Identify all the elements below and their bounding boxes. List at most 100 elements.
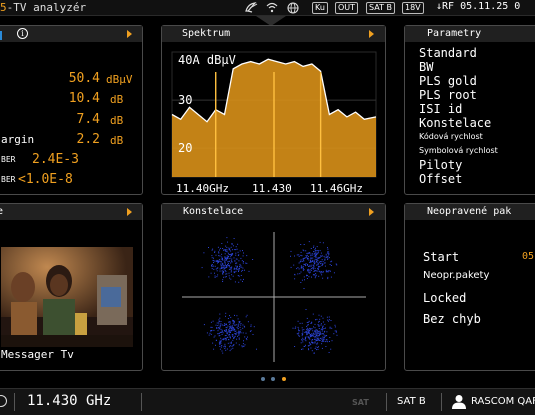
constellation-point <box>319 263 321 265</box>
constellation-point <box>224 324 226 326</box>
video-preview[interactable] <box>1 247 133 347</box>
constellation-point <box>310 322 312 324</box>
info-icon[interactable]: i <box>17 28 28 39</box>
constellation-point <box>214 335 216 337</box>
constellation-point <box>223 268 225 270</box>
constellation-point <box>224 337 226 339</box>
panel-arrow-icon[interactable] <box>127 208 132 216</box>
constellation-point <box>222 263 224 265</box>
measurement-panel: i 50.4 dBµV 10.4 dB 7.4 dB argin 2.2 dB … <box>0 25 143 195</box>
constellation-point <box>318 325 320 327</box>
constellation-point <box>233 344 235 346</box>
constellation-point <box>314 277 316 279</box>
constellation-point <box>317 260 319 261</box>
constellation-point <box>322 271 324 272</box>
constellation-diagram[interactable] <box>162 220 385 370</box>
constellation-point <box>229 254 231 255</box>
constellation-point <box>214 265 216 267</box>
panel-arrow-icon[interactable] <box>369 208 374 216</box>
constellation-point <box>299 335 301 337</box>
constellation-point <box>308 259 310 261</box>
constellation-point <box>322 317 324 319</box>
constellation-point <box>331 260 333 262</box>
constellation-point <box>308 332 310 334</box>
constellation-point <box>230 271 232 273</box>
constellation-point <box>322 333 324 335</box>
constellation-point <box>304 339 306 341</box>
constellation-point <box>216 322 218 324</box>
constellation-point <box>217 330 219 332</box>
constellation-point <box>318 335 320 337</box>
constellation-point <box>319 261 320 263</box>
video-panel[interactable]: e Messager Tv <box>0 203 143 371</box>
constellation-point <box>317 268 319 270</box>
constellation-point <box>216 259 218 261</box>
constellation-point <box>305 263 307 265</box>
constellation-point <box>215 260 217 262</box>
constellation-point <box>328 319 330 321</box>
constellation-point <box>222 258 223 260</box>
constellation-point <box>218 323 220 325</box>
page-dot-active[interactable] <box>282 377 286 381</box>
constellation-point <box>318 328 320 329</box>
constellation-point <box>327 276 329 278</box>
page-dot[interactable] <box>261 377 265 381</box>
constellation-point <box>318 346 319 348</box>
constellation-point <box>319 340 321 341</box>
constellation-point <box>317 250 319 252</box>
constellation-point <box>313 326 314 328</box>
constellation-point <box>314 338 315 340</box>
constellation-panel[interactable]: Konstelace <box>161 203 386 371</box>
constellation-point <box>235 265 237 267</box>
constellation-point <box>294 327 296 329</box>
satellite-position[interactable]: SAT B <box>397 396 426 407</box>
constellation-point <box>234 314 235 316</box>
constellation-point <box>252 334 254 335</box>
constellation-point <box>302 265 304 267</box>
constellation-point <box>236 338 238 340</box>
constellation-point <box>225 326 227 328</box>
packets-panel[interactable]: Neopravené pak Start 05 Neopr.pakety Loc… <box>404 203 535 371</box>
constellation-point <box>236 315 238 317</box>
constellation-point <box>228 321 230 323</box>
constellation-point <box>312 313 314 315</box>
parameters-panel[interactable]: Parametry Standard BW PLS gold PLS root … <box>404 25 535 195</box>
constellation-point <box>310 328 312 330</box>
constellation-point <box>294 278 296 280</box>
constellation-point <box>217 325 219 326</box>
constellation-point <box>292 327 294 329</box>
constellation-point <box>322 277 324 279</box>
tuner-icon[interactable] <box>0 395 7 407</box>
spectrum-chart[interactable]: 40A dBµV 30 20 11.40GHz 11.430 11.46GHz <box>162 42 385 194</box>
constellation-point <box>232 335 234 337</box>
frequency-readout[interactable]: 11.430 GHz <box>27 393 111 409</box>
constellation-point <box>325 253 327 255</box>
constellation-point <box>225 249 227 251</box>
constellation-point <box>213 260 215 262</box>
constellation-point <box>226 251 228 253</box>
constellation-point <box>229 346 231 348</box>
constellation-point <box>226 257 228 259</box>
constellation-point <box>233 337 235 339</box>
constellation-point <box>295 326 297 328</box>
spectrum-panel[interactable]: Spektrum 40A dBµV 30 20 11.40GHz 11.430 … <box>161 25 386 195</box>
constellation-point <box>312 334 314 336</box>
constellation-point <box>235 254 237 256</box>
constellation-point <box>311 328 313 330</box>
constellation-point <box>296 333 298 335</box>
constellation-point <box>221 270 223 272</box>
constellation-point <box>220 346 222 348</box>
constellation-point <box>241 266 243 268</box>
page-dot[interactable] <box>271 377 275 381</box>
constellation-point <box>327 255 329 257</box>
constellation-point <box>315 252 317 254</box>
constellation-point <box>244 336 246 338</box>
panel-arrow-icon[interactable] <box>369 30 374 38</box>
constellation-point <box>243 252 244 254</box>
constellation-point <box>222 272 224 274</box>
constellation-point <box>216 276 218 278</box>
constellation-point <box>308 271 310 273</box>
panel-arrow-icon[interactable] <box>127 30 132 38</box>
constellation-point <box>309 330 311 332</box>
constellation-point <box>299 322 301 324</box>
